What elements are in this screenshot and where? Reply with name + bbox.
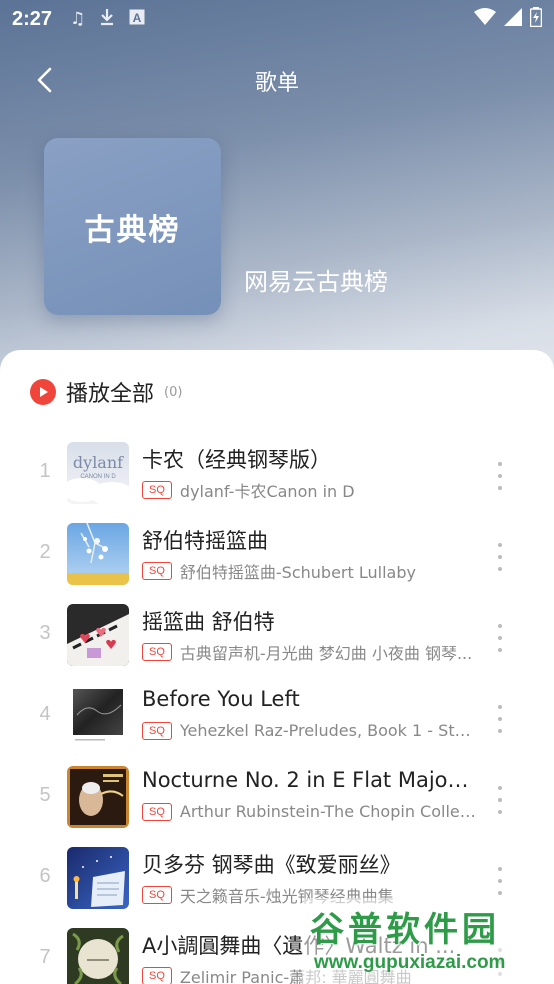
song-item[interactable]: 4 Before You Left SQ Yehezkel Raz-Prelud… [0,685,554,755]
play-all-label: 播放全部 [66,382,155,407]
song-subtitle-row: SQ Arthur Rubinstein-The Chopin Collect.… [142,802,476,821]
song-title: 舒伯特摇篮曲 [142,529,268,553]
song-index: 3 [39,622,51,644]
song-title: 摇篮曲 舒伯特 [142,610,275,634]
sq-badge: SQ [142,481,172,499]
song-item[interactable]: 2 舒伯特摇篮曲 SQ 舒伯特摇篮曲-Schubert Lullaby [0,523,554,593]
song-index: 1 [39,460,51,482]
status-bar: 2:27 ♫ A [0,0,554,38]
status-time: 2:27 [12,7,53,30]
more-vertical-icon[interactable] [492,705,508,733]
more-vertical-icon[interactable] [492,462,508,490]
album-art [67,685,129,747]
play-icon [30,379,56,405]
song-list-panel: 播放全部 (0) 1 dylanf CANON IN D 卡农（经典钢琴版） S… [0,350,554,984]
song-subtitle-row: SQ 舒伯特摇篮曲-Schubert Lullaby [142,559,476,583]
play-all-count: (0) [164,384,183,400]
album-art [67,523,129,585]
nav-bar: 歌单 [0,50,554,110]
more-vertical-icon[interactable] [492,867,508,895]
song-item[interactable]: 1 dylanf CANON IN D 卡农（经典钢琴版） SQ dylanf-… [0,442,554,512]
song-index: 5 [39,784,51,806]
song-artist: dylanf-卡农Canon in D [179,482,355,501]
wifi-icon [474,8,496,30]
song-index: 2 [39,541,51,563]
song-item[interactable]: 5 Nocturne No. 2 in E Flat Major, ... SQ… [0,766,554,836]
play-all-button[interactable]: 播放全部 (0) [30,376,182,408]
song-title: 卡农（经典钢琴版） [142,448,331,472]
page-title: 歌单 [254,71,299,96]
song-artist: Arthur Rubinstein-The Chopin Collect... [179,802,476,821]
song-title: Before You Left [142,687,300,711]
song-index: 4 [39,703,51,725]
watermark: 谷普软件园 www.gupuxiazai.com [302,898,554,984]
more-vertical-icon[interactable] [492,624,508,652]
cellular-icon [504,8,522,30]
sq-badge: SQ [142,562,172,580]
song-artist: 舒伯特摇篮曲-Schubert Lullaby [179,563,416,582]
music-note-icon: ♫ [70,9,86,29]
playlist-name: 网易云古典榜 [244,268,388,296]
watermark-url: www.gupuxiazai.com [314,952,506,973]
album-art [67,847,129,909]
more-vertical-icon[interactable] [492,786,508,814]
album-art [67,928,129,984]
sq-badge: SQ [142,802,172,821]
svg-text:dylanf: dylanf [73,453,124,472]
song-artist: Yehezkel Raz-Preludes, Book 1 - Stre... [179,721,476,740]
song-subtitle-row: SQ 古典留声机-月光曲 梦幻曲 小夜曲 钢琴... [142,640,476,664]
album-art: dylanf CANON IN D [67,442,129,504]
sq-badge: SQ [142,721,172,740]
song-subtitle-row: SQ Yehezkel Raz-Preludes, Book 1 - Stre.… [142,721,476,740]
song-index: 6 [39,865,51,887]
battery-icon [529,7,543,31]
a-icon: A [129,9,145,30]
song-artist: 古典留声机-月光曲 梦幻曲 小夜曲 钢琴... [179,644,473,663]
sq-badge: SQ [142,643,172,661]
watermark-brand: 谷普软件园 [310,910,500,950]
download-icon [99,8,115,31]
song-title: Nocturne No. 2 in E Flat Major, ... [142,768,476,792]
svg-text:CANON IN D: CANON IN D [80,474,116,480]
song-subtitle-row: SQ dylanf-卡农Canon in D [142,478,476,502]
album-art [67,604,129,666]
more-vertical-icon[interactable] [492,543,508,571]
sq-badge: SQ [142,886,172,904]
song-index: 7 [39,946,51,968]
song-title: 贝多芬 钢琴曲《致爱丽丝》 [142,853,401,877]
svg-text:A: A [133,11,142,25]
cover-text: 古典榜 [84,212,181,248]
song-item[interactable]: 3 摇篮曲 舒伯特 SQ 古典留声机-月光曲 梦幻曲 小夜曲 钢琴... [0,604,554,674]
album-art [67,766,129,828]
playlist-cover[interactable]: 古典榜 [44,138,221,315]
sq-badge: SQ [142,967,172,984]
